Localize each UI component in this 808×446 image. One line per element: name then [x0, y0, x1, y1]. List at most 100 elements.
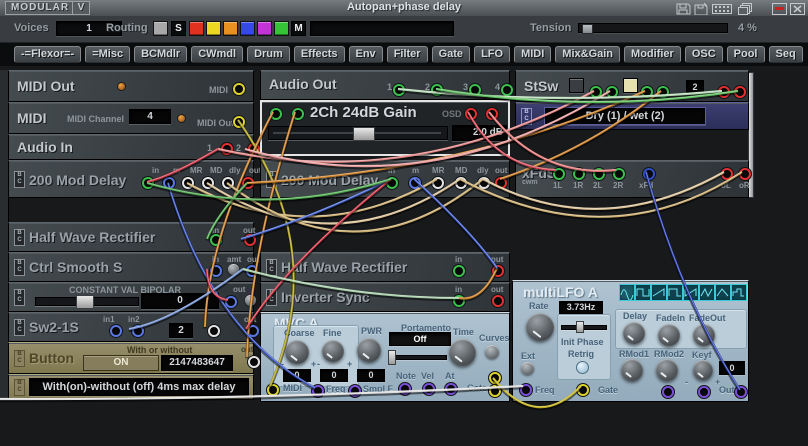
delay-m-jack[interactable]	[163, 177, 175, 189]
delay-mr-jack[interactable]	[432, 177, 444, 189]
copy-layers-icon[interactable]	[738, 2, 753, 14]
module-200-mod-delay-left[interactable]: BC 200 Mod Delay in m MR MD dly out	[8, 160, 254, 198]
midi-in-jack[interactable]	[267, 384, 279, 396]
routing-swatch-orange[interactable]	[223, 21, 238, 36]
tab-effects[interactable]: Effects	[294, 46, 345, 63]
sw2-in2-jack[interactable]	[132, 325, 144, 337]
hwr-in-jack[interactable]	[210, 234, 222, 246]
gain-out-r-jack[interactable]	[486, 108, 498, 120]
amt-mini-knob[interactable]	[228, 264, 239, 275]
retrig-button[interactable]	[576, 361, 589, 374]
routing-gray-swatch[interactable]	[153, 21, 168, 36]
stsw-in1l-jack[interactable]	[590, 86, 602, 98]
constant-mini-knob[interactable]	[245, 295, 256, 306]
save-as-icon[interactable]	[694, 2, 709, 14]
tab-misc[interactable]: =Misc	[85, 46, 130, 63]
routing-swatch-green[interactable]	[274, 21, 289, 36]
gain-value[interactable]: 2.0 dB	[452, 125, 507, 141]
lfo-gate-jack[interactable]	[577, 384, 589, 396]
delay-out-jack[interactable]	[242, 177, 254, 189]
routing-display[interactable]	[310, 21, 454, 36]
inverter-in-jack[interactable]	[453, 295, 465, 307]
tab-mixgain[interactable]: Mix&Gain	[555, 46, 620, 63]
gain-in-r-jack[interactable]	[292, 108, 304, 120]
module-sw2-1s[interactable]: BC Sw2-1S in1 in2 2 out	[8, 312, 254, 342]
freq-jack[interactable]	[312, 385, 324, 397]
tab-filter[interactable]: Filter	[387, 46, 428, 63]
hwr-out-jack[interactable]	[244, 234, 256, 246]
xfd-1r-jack[interactable]	[573, 168, 585, 180]
stsw-in1r-jack[interactable]	[606, 86, 618, 98]
coarse-knob[interactable]	[285, 340, 309, 364]
module-bc-display[interactable]: BC Dry (1) / wet (2)	[515, 102, 749, 130]
time-knob[interactable]	[449, 339, 476, 366]
portamento-slider-handle[interactable]	[388, 350, 396, 365]
stsw-in2l-jack[interactable]	[641, 86, 653, 98]
audio-in-1-jack[interactable]	[221, 143, 233, 155]
tab-modifier[interactable]: Modifier	[624, 46, 681, 63]
routing-swatch-red[interactable]	[189, 21, 204, 36]
sw2-value[interactable]: 2	[169, 323, 193, 338]
gate-jack-b[interactable]	[489, 385, 501, 397]
midi-out-jack[interactable]	[233, 116, 245, 128]
tab-lfo[interactable]: LFO	[474, 46, 510, 63]
routing-swatch-blue[interactable]	[240, 21, 255, 36]
tab-pool[interactable]: Pool	[727, 46, 765, 63]
sw2-in1-jack[interactable]	[110, 325, 122, 337]
xfd-xfd-jack[interactable]	[643, 168, 655, 180]
switch-button-on[interactable]	[623, 78, 638, 93]
wave-steps-button[interactable]	[731, 284, 747, 301]
tab-gate[interactable]: Gate	[432, 46, 470, 63]
tab-flexor[interactable]: -=Flexor=-	[14, 46, 81, 63]
delay-dly-jack[interactable]	[478, 177, 490, 189]
stsw-value[interactable]: 2	[686, 80, 704, 94]
routing-swatch-magenta[interactable]	[257, 21, 272, 36]
lfo-freq-jack[interactable]	[520, 384, 532, 396]
constant-value[interactable]: 0	[141, 293, 219, 309]
fine-value[interactable]: 0	[320, 369, 348, 382]
minimize-button[interactable]	[772, 2, 787, 14]
curves-knob[interactable]	[485, 345, 499, 359]
hwr-in-jack[interactable]	[453, 265, 465, 277]
rmod1-knob[interactable]	[621, 359, 643, 381]
gain-slider[interactable]	[268, 126, 448, 140]
fine-knob[interactable]	[322, 340, 344, 362]
inverter-out-jack[interactable]	[492, 295, 504, 307]
xfd-1l-jack[interactable]	[553, 168, 565, 180]
delay-knob[interactable]	[623, 322, 645, 344]
ext-knob[interactable]	[521, 362, 534, 375]
portamento-value[interactable]: Off	[389, 332, 451, 346]
coarse-value[interactable]: 0	[283, 369, 311, 382]
wave-square-button[interactable]	[635, 284, 651, 301]
module-midi-out[interactable]: MIDI Out MIDI	[8, 70, 254, 102]
tension-slider[interactable]	[578, 23, 728, 33]
delay-in-jack[interactable]	[386, 177, 398, 189]
tab-seq[interactable]: Seq	[769, 46, 803, 63]
routing-swatch-yellow[interactable]	[206, 21, 221, 36]
module-comment[interactable]: BC With(on)-without (off) 4ms max delay	[8, 374, 254, 400]
vel-jack[interactable]	[423, 383, 435, 395]
rate-value[interactable]: 3.73Hz	[559, 301, 603, 314]
delay-mr-jack[interactable]	[182, 177, 194, 189]
smooth-in-jack[interactable]	[210, 265, 222, 277]
fadeout-knob[interactable]	[693, 324, 715, 346]
gate-jack-a[interactable]	[489, 372, 501, 384]
patch-grid-icon[interactable]	[712, 2, 732, 14]
delay-m-jack[interactable]	[409, 177, 421, 189]
pwr-value[interactable]: 0	[357, 369, 385, 382]
midi-out-jack[interactable]	[233, 83, 245, 95]
close-button[interactable]	[790, 2, 805, 14]
midi-channel-value[interactable]: 4	[129, 109, 171, 124]
module-half-wave-rectifier-left[interactable]: BC Half Wave Rectifier in out	[8, 222, 254, 252]
switch-button-off[interactable]	[569, 78, 584, 93]
lfo-aux2-jack[interactable]	[698, 386, 710, 398]
delay-out-jack[interactable]	[495, 177, 507, 189]
sw2-out-jack[interactable]	[247, 325, 259, 337]
module-button[interactable]: BC Button With or without ON 2147483647 …	[8, 342, 254, 374]
rate-knob[interactable]	[526, 313, 554, 341]
stsw-in2r-jack[interactable]	[657, 86, 669, 98]
constant-slider[interactable]	[35, 297, 139, 306]
wave-saw-down-button[interactable]	[683, 284, 699, 301]
hwr-out-jack[interactable]	[492, 265, 504, 277]
wave-sine-button[interactable]	[619, 284, 635, 301]
